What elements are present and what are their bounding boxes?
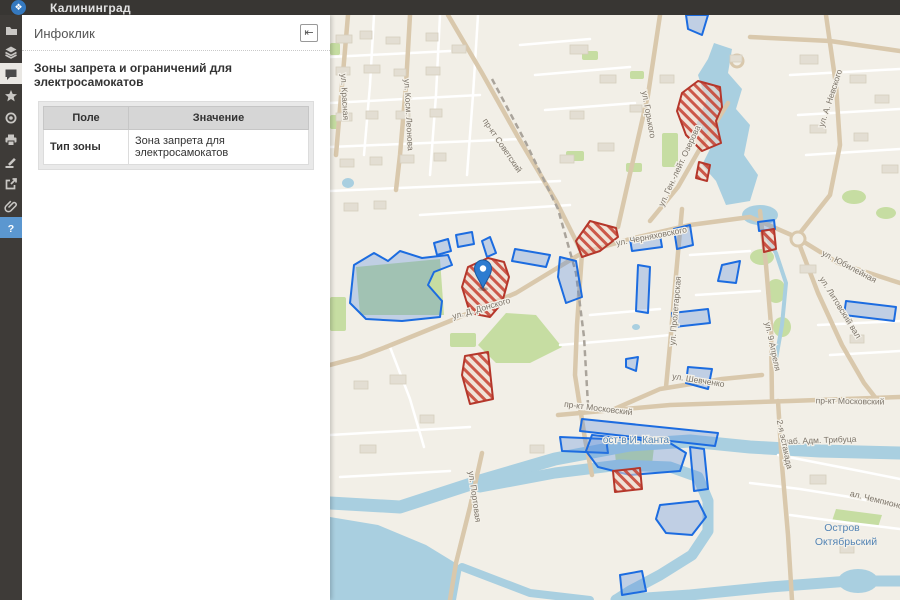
park-area	[330, 297, 346, 331]
restricted-zone[interactable]	[620, 571, 646, 595]
building	[560, 155, 574, 163]
panel-back-button[interactable]: ⇤	[300, 24, 318, 42]
park-area	[630, 71, 644, 79]
building	[340, 159, 354, 167]
building	[394, 69, 406, 76]
restricted-zone[interactable]	[690, 447, 708, 491]
toolbar-layers-button[interactable]	[0, 41, 22, 62]
restricted-zone[interactable]	[434, 239, 451, 255]
table-row: Тип зоны Зона запрета для электросамокат…	[44, 130, 309, 165]
building	[360, 445, 376, 453]
prohibited-zone[interactable]	[696, 162, 710, 181]
toolbar-attachments-button[interactable]	[0, 195, 22, 216]
map-canvas[interactable]: ул. Краснаяул. Косм. Леоновапр-кт Советс…	[330, 15, 900, 600]
column-header-field: Поле	[44, 107, 129, 130]
value-cell: Зона запрета для электросамокатов	[129, 130, 309, 165]
measure-icon	[4, 155, 18, 169]
toolbar-help-button[interactable]: ?	[0, 217, 22, 238]
app-logo-icon: ❖	[11, 0, 26, 15]
building	[630, 105, 642, 112]
building	[426, 33, 438, 41]
print-icon	[4, 133, 18, 147]
building	[875, 95, 889, 103]
panel-title: Инфоклик	[34, 26, 95, 41]
park-area	[330, 43, 340, 55]
building	[530, 445, 544, 453]
building	[810, 475, 826, 484]
building	[400, 155, 414, 163]
building	[426, 67, 440, 75]
building	[882, 165, 898, 173]
toolbar-favorites-button[interactable]	[0, 85, 22, 106]
building	[344, 203, 358, 211]
building	[360, 31, 372, 39]
building	[800, 265, 816, 273]
building	[854, 133, 868, 141]
building	[354, 381, 368, 389]
building	[420, 415, 434, 423]
park-area	[876, 207, 896, 219]
toolbar-print-button[interactable]	[0, 129, 22, 150]
toolbar-folder-button[interactable]	[0, 19, 22, 40]
building	[452, 45, 466, 53]
place-label: Октябрьский	[815, 536, 877, 548]
app-window: ул. Краснаяул. Косм. Леоновапр-кт Советс…	[0, 0, 900, 600]
restricted-zone[interactable]	[718, 261, 740, 283]
water-body	[632, 324, 640, 330]
column-header-value: Значение	[129, 107, 309, 130]
restricted-zone[interactable]	[456, 232, 474, 247]
app-title: Калининград	[50, 1, 131, 15]
infoclick-panel: Инфоклик ⇤ Зоны запрета и ограничений дл…	[22, 15, 330, 600]
roundabout	[791, 232, 805, 246]
building	[570, 111, 584, 119]
place-label: Остров	[824, 522, 860, 534]
toolbar-measure-button[interactable]	[0, 151, 22, 172]
building	[600, 75, 616, 83]
help-icon: ?	[4, 221, 18, 235]
building	[598, 143, 614, 151]
svg-text:?: ?	[8, 223, 14, 235]
building	[390, 375, 406, 384]
toolbar-infoclick-button[interactable]	[0, 63, 22, 84]
prohibited-zone[interactable]	[613, 468, 642, 492]
table-header-row: Поле Значение	[44, 107, 309, 130]
folder-icon	[4, 23, 18, 37]
building	[730, 55, 742, 62]
attachments-icon	[4, 199, 18, 213]
toolbar-share-button[interactable]	[0, 173, 22, 194]
building	[434, 153, 446, 161]
toolbar: ?	[0, 15, 22, 600]
app-header: ❖ Калининград	[0, 0, 900, 15]
building	[370, 157, 382, 165]
share-icon	[4, 177, 18, 191]
infoclick-icon	[4, 67, 18, 81]
panel-header: Инфоклик ⇤	[22, 15, 330, 51]
attributes-table: Поле Значение Тип зоны Зона запрета для …	[38, 101, 314, 170]
building	[364, 65, 380, 73]
favorites-icon	[4, 89, 18, 103]
park-area	[450, 333, 476, 347]
restricted-zone[interactable]	[636, 265, 650, 313]
building	[430, 109, 442, 117]
place-label: ост-в И. Канта	[603, 435, 670, 446]
layer-title: Зоны запрета и ограничений для электроса…	[22, 51, 330, 97]
street-label: пр-кт Московский	[816, 395, 885, 406]
water-body	[342, 178, 354, 188]
building	[374, 201, 386, 209]
building	[570, 45, 588, 54]
building	[336, 35, 352, 43]
building	[386, 37, 400, 44]
building	[850, 75, 866, 83]
prohibited-zone[interactable]	[762, 229, 776, 252]
building	[366, 111, 378, 119]
park-area	[842, 190, 866, 204]
layers-icon	[4, 45, 18, 59]
building	[800, 55, 818, 64]
locate-icon	[4, 111, 18, 125]
toolbar-locate-button[interactable]	[0, 107, 22, 128]
field-cell: Тип зоны	[44, 130, 129, 165]
building	[660, 75, 674, 83]
